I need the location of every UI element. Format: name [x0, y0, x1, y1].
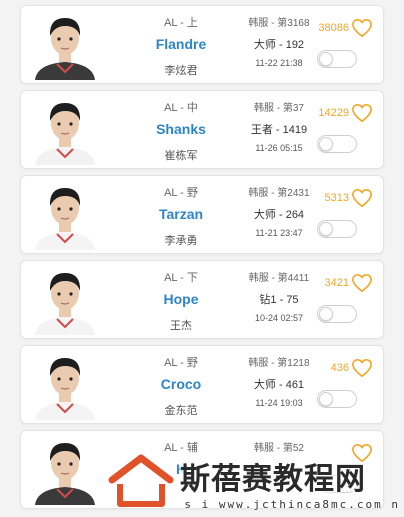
heart-icon[interactable]	[351, 103, 373, 123]
player-avatar	[31, 263, 99, 335]
team-role-label: AL - 上	[164, 17, 198, 29]
like-count: 3421	[324, 277, 349, 289]
team-role-label: AL - 野	[164, 357, 198, 369]
heart-icon[interactable]	[351, 18, 373, 38]
heart-icon[interactable]	[351, 443, 373, 463]
server-rank: 韩服 - 第52	[253, 443, 304, 454]
heart-icon[interactable]	[351, 188, 373, 208]
real-name: 李炫君	[164, 65, 198, 77]
toggle-knob	[319, 477, 333, 491]
heart-icon[interactable]	[351, 273, 373, 293]
follow-toggle[interactable]	[317, 305, 357, 323]
follow-toggle[interactable]	[317, 220, 357, 238]
toggle-knob	[319, 137, 333, 151]
tier-points: 大师 - 192	[253, 39, 305, 51]
tier-points: 王者 - 1419	[250, 124, 308, 136]
follow-toggle[interactable]	[317, 135, 357, 153]
player-card[interactable]: AL - 上 Flandre 李炫君 韩服 - 第3168 大师 - 192 11-22 …	[20, 5, 384, 84]
player-card[interactable]: AL - 下 Hope 王杰 韩服 - 第4411 钻1 - 75 10-24 02:57…	[20, 260, 384, 339]
player-avatar	[31, 178, 99, 250]
follow-toggle[interactable]	[317, 475, 357, 493]
player-avatar	[31, 433, 99, 505]
player-card[interactable]: AL - 野 Tarzan 李承勇 韩服 - 第2431 大师 - 264 11-21 2…	[20, 175, 384, 254]
real-name: 王杰	[170, 320, 192, 332]
toggle-knob	[319, 222, 333, 236]
toggle-knob	[319, 392, 333, 406]
like-count: 38086	[318, 22, 349, 34]
real-name: 金东范	[164, 405, 198, 417]
follow-toggle[interactable]	[317, 390, 357, 408]
heart-icon[interactable]	[351, 358, 373, 378]
team-role-label: AL - 野	[164, 187, 198, 199]
tier-points: 大师 - 461	[253, 379, 305, 391]
player-card[interactable]: AL - 野 Croco 金东范 韩服 - 第1218 大师 - 461 11-24 19…	[20, 345, 384, 424]
player-avatar	[31, 8, 99, 80]
real-name: 李承勇	[164, 235, 198, 247]
player-avatar	[31, 348, 99, 420]
like-count: 436	[330, 362, 349, 374]
tier-points: 钻1 - 75	[259, 294, 299, 306]
follow-toggle[interactable]	[317, 50, 357, 68]
real-name: 崔栋军	[164, 150, 198, 162]
player-card[interactable]: AL - 辅 K 韩服 - 第52	[20, 430, 384, 509]
player-card[interactable]: AL - 中 Shanks 崔栋军 韩服 - 第37 王者 - 1419 11-26 05…	[20, 90, 384, 169]
toggle-knob	[319, 52, 333, 66]
toggle-knob	[319, 307, 333, 321]
like-count: 5313	[324, 192, 349, 204]
player-name[interactable]: K	[121, 461, 241, 477]
team-role-label: AL - 下	[164, 272, 198, 284]
team-role-label: AL - 辅	[164, 442, 198, 454]
player-avatar	[31, 93, 99, 165]
tier-points: 大师 - 264	[253, 209, 305, 221]
like-count: 14229	[318, 107, 349, 119]
team-role-label: AL - 中	[164, 102, 198, 114]
